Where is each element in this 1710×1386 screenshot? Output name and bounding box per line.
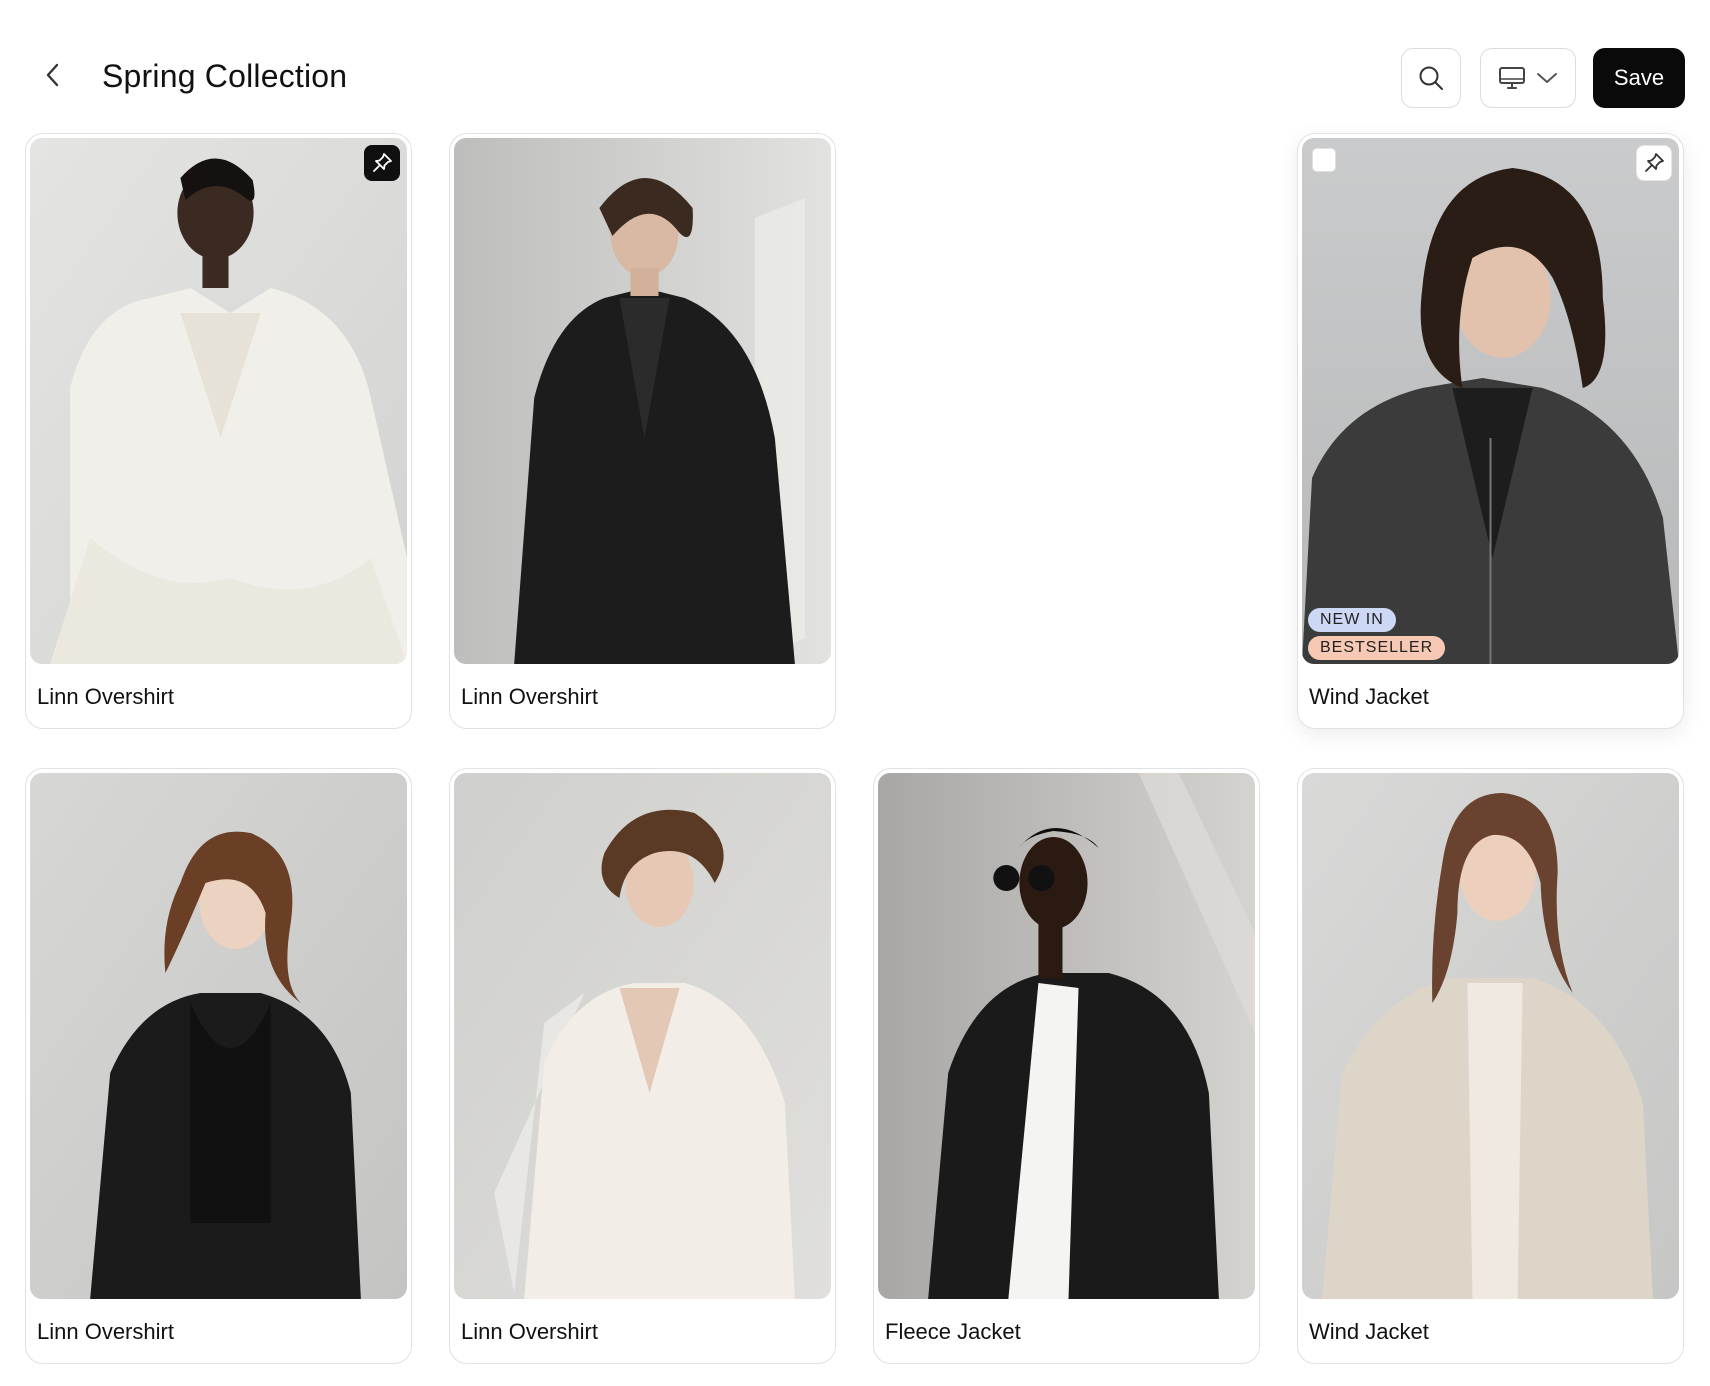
chevron-down-icon [1537, 73, 1557, 83]
pin-toggle[interactable] [1636, 145, 1672, 181]
collection-editor: Spring Collection Save Linn Overshirt Li… [0, 0, 1710, 1386]
product-name: Wind Jacket [1309, 684, 1429, 709]
chevron-left-icon [46, 63, 59, 87]
product-name: Linn Overshirt [461, 1319, 598, 1344]
badge-group: NEW IN BESTSELLER [1308, 608, 1446, 660]
pin-icon [1645, 153, 1664, 172]
product-card[interactable]: Linn Overshirt [449, 133, 836, 729]
product-name: Fleece Jacket [885, 1319, 1021, 1344]
product-image [1302, 773, 1679, 1299]
product-image [30, 138, 407, 664]
model-photo-wind-jacket [1302, 138, 1679, 664]
product-name: Linn Overshirt [461, 684, 598, 709]
back-button[interactable] [38, 60, 68, 90]
model-photo-white-shirt [454, 773, 831, 1299]
product-image: NEW IN BESTSELLER [1302, 138, 1679, 664]
product-card[interactable]: Linn Overshirt [25, 768, 412, 1364]
model-photo-white-suit [30, 138, 407, 664]
product-image [454, 773, 831, 1299]
model-photo-black-blazer [30, 773, 407, 1299]
product-name: Wind Jacket [1309, 1319, 1429, 1344]
product-card[interactable]: NEW IN BESTSELLER Wind Jacket [1297, 133, 1684, 729]
badge-bestseller: BESTSELLER [1308, 636, 1446, 660]
product-name: Linn Overshirt [37, 684, 174, 709]
product-image [30, 773, 407, 1299]
product-card[interactable]: Linn Overshirt [449, 768, 836, 1364]
product-image [878, 773, 1255, 1299]
device-preview-dropdown[interactable] [1480, 48, 1576, 108]
search-button[interactable] [1401, 48, 1461, 108]
save-button[interactable]: Save [1593, 48, 1685, 108]
product-card[interactable]: Fleece Jacket [873, 768, 1260, 1364]
pin-toggle[interactable] [364, 145, 400, 181]
model-photo-beige-jacket [1302, 773, 1679, 1299]
model-photo-fleece-jacket [878, 773, 1255, 1299]
product-card[interactable]: Wind Jacket [1297, 768, 1684, 1364]
page-title: Spring Collection [102, 58, 348, 94]
pin-icon [373, 153, 392, 172]
badge-new-in: NEW IN [1308, 608, 1396, 632]
product-card[interactable]: Linn Overshirt [25, 133, 412, 729]
model-photo-black-coat [454, 138, 831, 664]
product-image [454, 138, 831, 664]
search-icon [1419, 66, 1443, 90]
product-name: Linn Overshirt [37, 1319, 174, 1344]
select-checkbox[interactable] [1312, 148, 1336, 172]
monitor-icon [1499, 67, 1525, 89]
